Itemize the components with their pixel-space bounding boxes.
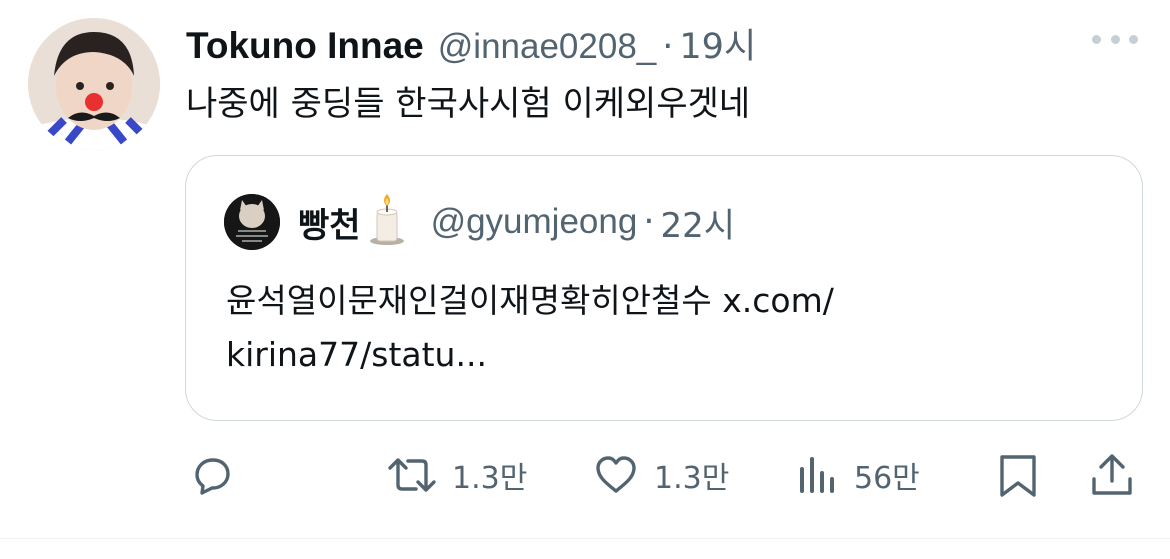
more-options-icon[interactable] [1092, 26, 1138, 52]
tweet-header: Tokuno Innae @innae0208_ · 19시 [186, 18, 756, 67]
views-count: 56만 [854, 461, 920, 496]
quoted-tweet-text: 윤석열이문재인걸이재명확히안철수 x.com/ kirina77/statu..… [226, 274, 1106, 382]
quoted-text-line-1[interactable]: 윤석열이문재인걸이재명확히안철수 x.com/ [226, 274, 1106, 328]
bookmark-icon [1000, 455, 1036, 497]
heart-icon [596, 456, 636, 493]
retweet-count: 1.3만 [452, 461, 528, 496]
quoted-display-name[interactable]: 빵천 [298, 198, 361, 247]
quoted-separator-dot: · [643, 202, 655, 242]
quoted-user-handle[interactable]: @gyumjeong [431, 202, 638, 242]
retweet-button[interactable]: 1.3만 [386, 440, 527, 510]
tweet[interactable]: Tokuno Innae @innae0208_ · 19시 나중에 중딩들 한… [0, 0, 1170, 540]
quoted-tweet[interactable]: 빵천 @gyumjeong · 22시 윤석열이문재인걸이재명확히안철수 x.c… [185, 155, 1143, 421]
separator-dot: · [662, 27, 674, 67]
share-icon [1092, 454, 1132, 495]
bookmark-button[interactable] [996, 440, 1040, 510]
like-button[interactable]: 1.3만 [592, 440, 729, 510]
quoted-user-avatar[interactable] [224, 194, 280, 250]
reply-button[interactable] [188, 440, 236, 510]
user-handle[interactable]: @innae0208_ [438, 27, 657, 67]
quoted-tweet-time[interactable]: 22시 [660, 198, 735, 247]
user-avatar[interactable] [28, 18, 160, 150]
tweet-time[interactable]: 19시 [679, 18, 756, 69]
tweet-actions: 1.3만 1.3만 56만 [0, 440, 1170, 510]
views-button[interactable]: 56만 [798, 440, 920, 510]
reply-icon [195, 458, 230, 495]
quoted-tweet-header: 빵천 @gyumjeong · 22시 [298, 194, 735, 247]
quoted-text-line-2[interactable]: kirina77/statu... [226, 328, 1106, 382]
views-chart-icon [800, 457, 834, 493]
share-button[interactable] [1088, 440, 1136, 510]
retweet-icon [388, 458, 436, 492]
candle-icon [369, 194, 404, 245]
display-name[interactable]: Tokuno Innae [186, 25, 424, 67]
bottom-divider [0, 538, 1170, 539]
tweet-text: 나중에 중딩들 한국사시험 이케외우겟네 [186, 84, 751, 124]
like-count: 1.3만 [654, 461, 730, 496]
